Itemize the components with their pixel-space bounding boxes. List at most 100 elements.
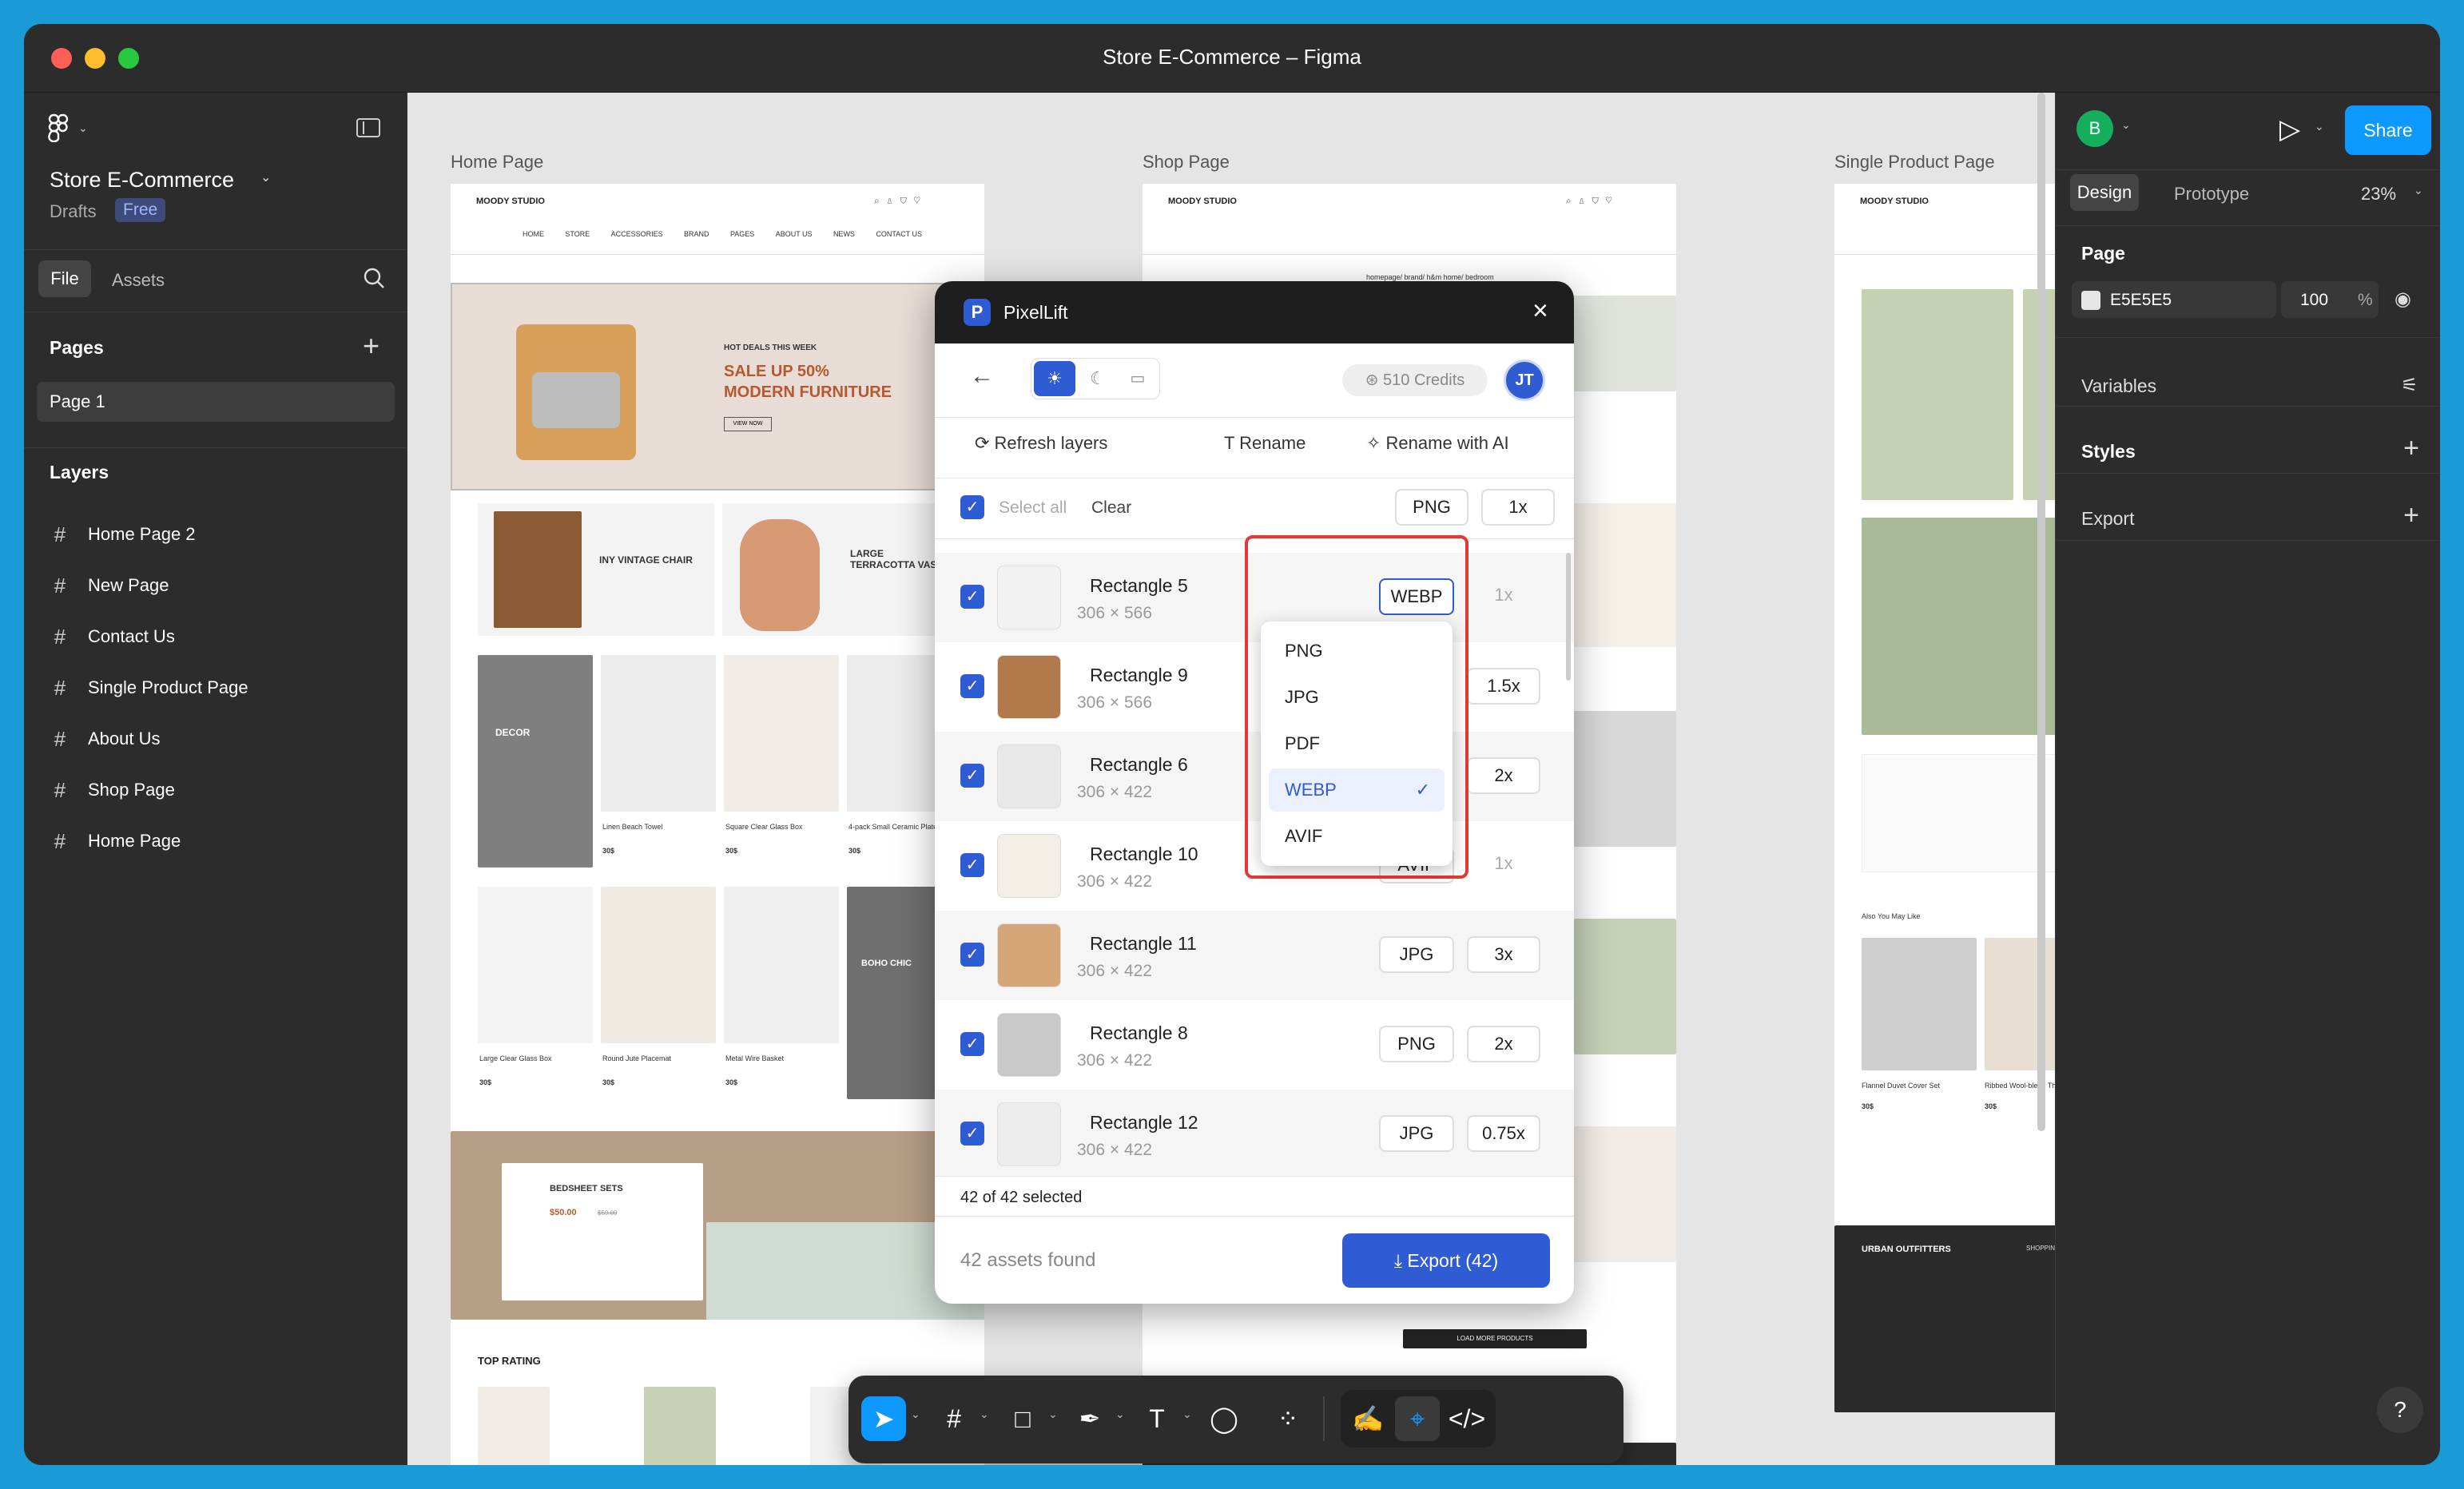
- variables-settings-icon[interactable]: ⚟: [2401, 374, 2418, 397]
- help-button[interactable]: ?: [2377, 1387, 2423, 1433]
- dropdown-option-pdf[interactable]: PDF: [1269, 722, 1445, 765]
- load-more-button[interactable]: LOAD MORE PRODUCTS: [1403, 1329, 1587, 1348]
- back-arrow-icon[interactable]: ←: [970, 363, 994, 390]
- color-swatch[interactable]: [2081, 291, 2100, 310]
- add-export-icon[interactable]: +: [2403, 500, 2419, 531]
- rename-ai-button[interactable]: ✧ Rename with AI: [1366, 433, 1509, 454]
- dev-mode-icon[interactable]: </>: [1445, 1396, 1489, 1441]
- list-scrollbar[interactable]: [1566, 553, 1571, 681]
- format-select[interactable]: JPG: [1379, 1115, 1454, 1152]
- add-page-icon[interactable]: +: [363, 329, 380, 363]
- nav-item[interactable]: STORE: [565, 230, 590, 238]
- figma-menu-icon[interactable]: ⌄: [48, 113, 88, 149]
- rectangle-tool-icon[interactable]: □: [1000, 1396, 1045, 1441]
- chevron-down-icon[interactable]: ⌄: [2315, 120, 2324, 133]
- nav-item[interactable]: NEWS: [833, 230, 855, 238]
- frame-single-product-page[interactable]: MOODY STUDIO Also You May Like Flannel D…: [1834, 184, 2055, 1412]
- frame-label-home[interactable]: Home Page: [451, 152, 543, 173]
- nav-item[interactable]: CONTACT US: [876, 230, 922, 238]
- layer-home-page-2[interactable]: # Home Page 2: [50, 514, 196, 554]
- refresh-layers-button[interactable]: ⟳ Refresh layers: [975, 433, 1107, 454]
- dropdown-option-png[interactable]: PNG: [1269, 629, 1445, 673]
- user-avatar[interactable]: B: [2077, 110, 2113, 147]
- bg-color-hex[interactable]: E5E5E5: [2110, 291, 2172, 310]
- file-name[interactable]: Store E-Commerce: [50, 168, 234, 193]
- row-checkbox[interactable]: ✓: [960, 853, 984, 877]
- design-mode-icon[interactable]: ⌖: [1395, 1396, 1440, 1441]
- pen-tool-icon[interactable]: ✒: [1067, 1396, 1112, 1441]
- dropdown-option-jpg[interactable]: JPG: [1269, 676, 1445, 719]
- present-play-icon[interactable]: ▷: [2279, 113, 2300, 145]
- tab-file[interactable]: File: [38, 260, 91, 297]
- clear-button[interactable]: Clear: [1091, 498, 1131, 518]
- frame-tool-icon[interactable]: #: [932, 1396, 976, 1441]
- asset-row[interactable]: ✓ Rectangle 12 306 × 422 JPG 0.75x: [935, 1090, 1574, 1176]
- bg-opacity-field[interactable]: 100 %: [2281, 281, 2379, 318]
- chevron-down-icon[interactable]: ⌄: [980, 1408, 989, 1421]
- layer-shop-page[interactable]: # Shop Page: [50, 770, 175, 810]
- move-tool-icon[interactable]: ➤: [861, 1396, 906, 1441]
- layer-new-page[interactable]: # New Page: [50, 566, 169, 606]
- row-checkbox[interactable]: ✓: [960, 764, 984, 788]
- nav-item[interactable]: BRAND: [684, 230, 709, 238]
- row-checkbox[interactable]: ✓: [960, 585, 984, 609]
- tab-assets[interactable]: Assets: [112, 270, 165, 291]
- system-theme-icon[interactable]: ▭: [1117, 361, 1158, 396]
- close-icon[interactable]: ×: [1532, 296, 1548, 327]
- chevron-down-icon[interactable]: ⌄: [1115, 1408, 1125, 1421]
- row-checkbox[interactable]: ✓: [960, 1122, 984, 1146]
- export-button[interactable]: ⤓ Export (42): [1342, 1233, 1550, 1288]
- layer-single-product-page[interactable]: # Single Product Page: [50, 668, 248, 708]
- scale-select[interactable]: 1.5x: [1467, 668, 1540, 705]
- asset-row[interactable]: ✓ Rectangle 11 306 × 422 JPG 3x: [935, 911, 1574, 1000]
- draw-mode-icon[interactable]: ✍: [1345, 1396, 1390, 1441]
- chevron-down-icon[interactable]: ⌄: [911, 1408, 920, 1421]
- zoom-select[interactable]: 23%: [2361, 184, 2396, 204]
- format-select[interactable]: JPG: [1379, 936, 1454, 973]
- asset-row[interactable]: ✓ Rectangle 8 306 × 422 PNG 2x: [935, 1000, 1574, 1090]
- scale-select[interactable]: 1x: [1467, 847, 1540, 883]
- global-scale-select[interactable]: 1x: [1481, 489, 1555, 526]
- global-format-select[interactable]: PNG: [1395, 489, 1468, 526]
- chevron-down-icon[interactable]: ⌄: [2121, 118, 2131, 132]
- layer-home-page[interactable]: # Home Page: [50, 821, 181, 861]
- page-item-page-1[interactable]: Page 1: [37, 382, 395, 422]
- tab-prototype[interactable]: Prototype: [2174, 184, 2249, 204]
- frame-label-single-product[interactable]: Single Product Page: [1834, 152, 1995, 173]
- bg-color-field[interactable]: E5E5E5: [2072, 281, 2276, 318]
- drafts-label[interactable]: Drafts: [50, 201, 97, 222]
- nav-item[interactable]: PAGES: [730, 230, 754, 238]
- view-now-button[interactable]: VIEW NOW: [724, 417, 772, 431]
- scale-select[interactable]: 0.75x: [1467, 1115, 1540, 1152]
- opacity-value[interactable]: 100: [2300, 291, 2328, 310]
- scale-select[interactable]: 2x: [1467, 1026, 1540, 1062]
- nav-item[interactable]: ABOUT US: [776, 230, 813, 238]
- comment-tool-icon[interactable]: ◯: [1202, 1396, 1246, 1441]
- actions-tool-icon[interactable]: ⁘: [1266, 1396, 1310, 1441]
- dark-theme-icon[interactable]: ☾: [1077, 361, 1119, 396]
- visibility-eye-icon[interactable]: ◉: [2394, 288, 2411, 311]
- layer-about-us[interactable]: # About Us: [50, 719, 161, 759]
- chevron-down-icon[interactable]: ⌄: [1048, 1408, 1058, 1421]
- canvas-scrollbar[interactable]: [2037, 93, 2045, 1131]
- frame-home-page[interactable]: MOODY STUDIO ⌕♙⛉♡ HOME STORE ACCESSORIES…: [451, 184, 984, 1465]
- scale-select[interactable]: 2x: [1467, 757, 1540, 794]
- row-checkbox[interactable]: ✓: [960, 943, 984, 967]
- frame-label-shop[interactable]: Shop Page: [1143, 152, 1230, 173]
- user-avatar[interactable]: JT: [1504, 359, 1545, 401]
- share-button[interactable]: Share: [2345, 105, 2431, 155]
- select-all-checkbox[interactable]: ✓: [960, 495, 984, 519]
- light-theme-icon[interactable]: ☀: [1034, 361, 1075, 396]
- dropdown-option-avif[interactable]: AVIF: [1269, 815, 1445, 858]
- format-select[interactable]: PNG: [1379, 1026, 1454, 1062]
- row-checkbox[interactable]: ✓: [960, 1032, 984, 1056]
- search-icon[interactable]: [363, 267, 385, 293]
- layer-contact-us[interactable]: # Contact Us: [50, 617, 175, 657]
- sidebar-toggle-icon[interactable]: [356, 118, 380, 137]
- add-style-icon[interactable]: +: [2403, 433, 2419, 464]
- text-tool-icon[interactable]: T: [1135, 1396, 1179, 1441]
- tab-design[interactable]: Design: [2070, 174, 2139, 211]
- scale-select[interactable]: 3x: [1467, 936, 1540, 973]
- nav-item[interactable]: ACCESSORIES: [611, 230, 663, 238]
- row-checkbox[interactable]: ✓: [960, 674, 984, 698]
